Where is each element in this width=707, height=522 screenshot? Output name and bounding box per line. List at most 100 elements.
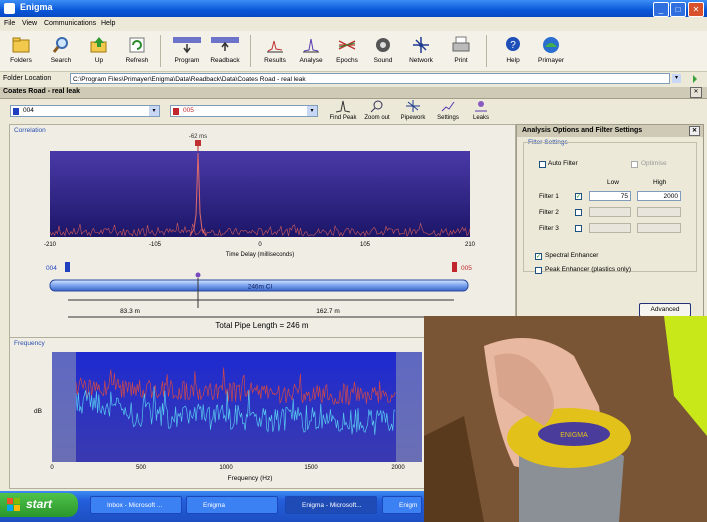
primayer-button[interactable]: Primayer	[532, 33, 570, 69]
total-pipe-length: Total Pipe Length = 246 m	[215, 321, 309, 330]
peak-enhancer-label: Peak Enhancer (plastics only)	[545, 266, 631, 273]
up-button[interactable]: Up	[80, 33, 118, 69]
print-button[interactable]: Print	[442, 33, 480, 69]
x-tick-label: 210	[465, 242, 476, 248]
frequency-x-axis-label: Frequency (Hz)	[228, 475, 273, 482]
frequency-panel: Frequency dB 0 500 1000 1500 2000 Freque…	[9, 337, 431, 489]
search-button[interactable]: Search	[42, 33, 80, 69]
settings-button[interactable]: Settings	[433, 99, 463, 123]
menu-file[interactable]: File	[4, 20, 15, 27]
network-icon	[413, 37, 429, 53]
left-sensor-label: 004	[46, 265, 57, 272]
help-label: Help	[506, 57, 520, 64]
network-button[interactable]: Network	[402, 33, 440, 69]
correlation-panel: Correlation -62 ms -210 -105 0 105 210 T…	[9, 124, 516, 340]
epochs-label: Epochs	[336, 57, 358, 64]
filter-3-high-input[interactable]	[637, 223, 681, 233]
menu-bar: File View Communications Help	[0, 17, 707, 31]
filter-3-low-input[interactable]	[589, 223, 631, 233]
low-cut-shade	[52, 352, 76, 462]
leaks-icon	[475, 101, 487, 112]
analysis-options-header: Analysis Options and Filter Settings ✕	[517, 125, 703, 137]
taskbar-item-enigma[interactable]: Enigma	[186, 496, 278, 514]
close-button[interactable]: ✕	[688, 2, 704, 17]
left-logger-value: 004	[23, 107, 34, 114]
results-label: Results	[264, 57, 286, 64]
leak-position-icon[interactable]	[195, 272, 201, 278]
go-icon[interactable]	[686, 73, 698, 84]
search-icon	[52, 37, 68, 53]
close-panel-button[interactable]: ✕	[689, 126, 700, 136]
left-sensor-marker[interactable]	[65, 262, 70, 272]
right-sensor-marker[interactable]	[452, 262, 457, 272]
filter-2-checkbox[interactable]	[575, 209, 582, 216]
x-tick-label: 1000	[219, 465, 233, 471]
zoom-out-label: Zoom out	[364, 115, 390, 121]
toolbar-divider	[160, 35, 161, 67]
folders-button[interactable]: Folders	[2, 33, 40, 69]
results-button[interactable]: Results	[256, 33, 294, 69]
menu-help[interactable]: Help	[101, 20, 115, 27]
close-dataset-button[interactable]: ✕	[690, 87, 702, 98]
sound-button[interactable]: Sound	[364, 33, 402, 69]
epochs-button[interactable]: Epochs	[328, 33, 366, 69]
peak-marker[interactable]	[195, 140, 201, 146]
start-label: start	[26, 497, 53, 511]
high-column-label: High	[653, 179, 667, 186]
menu-view[interactable]: View	[22, 20, 37, 27]
filter-2-low-input[interactable]	[589, 207, 631, 217]
readback-button[interactable]: Readback	[206, 33, 244, 69]
low-column-label: Low	[607, 179, 619, 186]
pipe-label: 246m CI	[248, 284, 273, 291]
help-button[interactable]: ? Help	[494, 33, 532, 69]
folders-icon	[12, 37, 30, 53]
zoom-out-icon	[370, 100, 383, 113]
x-tick-label: -210	[44, 242, 57, 248]
filter-1-high-input[interactable]: 2000	[637, 191, 681, 201]
zoom-out-button[interactable]: Zoom out	[362, 99, 392, 123]
peak-enhancer-checkbox[interactable]	[535, 267, 542, 274]
menu-communications[interactable]: Communications	[44, 20, 96, 27]
optimise-checkbox[interactable]	[631, 161, 638, 168]
pipework-label: Pipework	[400, 115, 426, 121]
minimize-button[interactable]: _	[653, 2, 669, 17]
maximize-button[interactable]: □	[670, 2, 686, 17]
correlation-plot-area	[50, 151, 470, 237]
folder-dropdown-button[interactable]: ▾	[672, 74, 681, 83]
taskbar-item-inbox[interactable]: Inbox - Microsoft ...	[90, 496, 182, 514]
find-peak-label: Find Peak	[329, 115, 357, 121]
frequency-chart[interactable]: dB 0 500 1000 1500 2000 Frequency (Hz)	[10, 338, 430, 488]
x-tick-label: 2000	[391, 465, 405, 471]
filter-2-high-input[interactable]	[637, 207, 681, 217]
filter-3-checkbox[interactable]	[575, 225, 582, 232]
left-logger-swatch	[13, 108, 19, 115]
analyse-button[interactable]: Analyse	[292, 33, 330, 69]
readback-icon	[211, 37, 239, 51]
pipework-button[interactable]: Pipework	[398, 99, 428, 123]
peak-label: -62 ms	[189, 134, 207, 140]
correlation-x-axis-label: Time Delay (milliseconds)	[226, 252, 294, 258]
folder-location-label: Folder Location	[3, 75, 52, 82]
results-icon	[267, 40, 283, 53]
print-label: Print	[454, 57, 468, 64]
left-logger-select[interactable]: 004 ▾	[10, 105, 160, 117]
x-tick-label: 0	[258, 242, 262, 248]
find-peak-button[interactable]: Find Peak	[328, 99, 358, 123]
right-logger-select[interactable]: 005 ▾	[170, 105, 318, 117]
taskbar-item-enigma-2[interactable]: Enigm	[382, 496, 422, 514]
folder-path-field[interactable]: C:\Program Files\Primayer\Enigma\Data\Re…	[70, 73, 670, 84]
filter-1-low-input[interactable]: 75	[589, 191, 631, 201]
start-button[interactable]: start	[0, 493, 78, 517]
spectral-enhancer-label: Spectral Enhancer	[545, 252, 599, 259]
leaks-button[interactable]: Leaks	[466, 99, 496, 123]
spectral-enhancer-checkbox[interactable]: ✓	[535, 253, 542, 260]
refresh-button[interactable]: Refresh	[118, 33, 156, 69]
advanced-button[interactable]: Advanced	[639, 303, 691, 317]
up-folder-icon	[90, 37, 107, 53]
right-distance-label: 162.7 m	[316, 308, 340, 315]
taskbar-item-enigma-microsoft[interactable]: Enigma - Microsoft...	[285, 496, 377, 514]
program-button[interactable]: Program	[168, 33, 206, 69]
auto-filter-checkbox[interactable]	[539, 161, 546, 168]
correlation-chart[interactable]: -62 ms -210 -105 0 105 210 Time Delay (m…	[10, 125, 515, 339]
filter-1-checkbox[interactable]: ✓	[575, 193, 582, 200]
